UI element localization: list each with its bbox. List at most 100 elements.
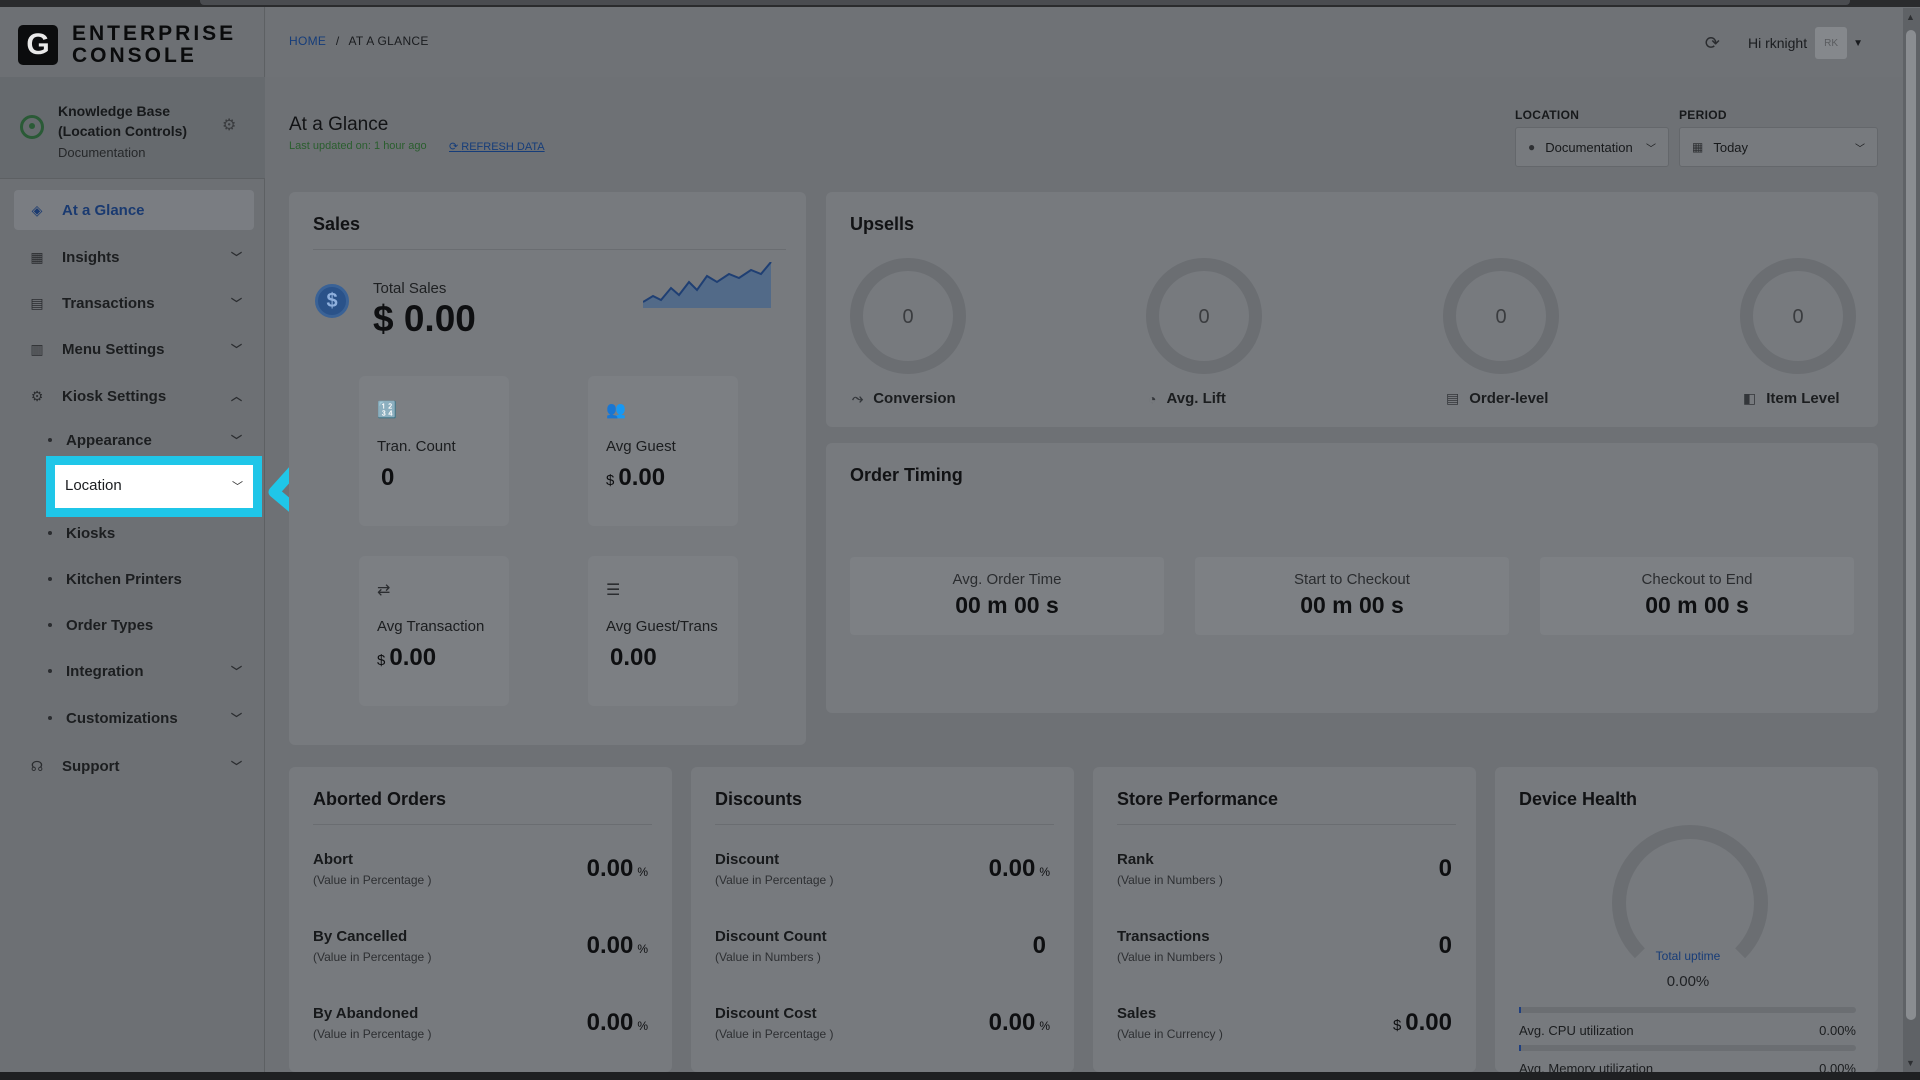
knowledge-base-panel: Knowledge Base (Location Controls) Docum… — [0, 77, 265, 179]
sidebar-item-at-a-glance[interactable]: ◈ At a Glance — [14, 190, 254, 230]
order-timing-title: Order Timing — [850, 465, 963, 485]
list-icon: ▤ — [1446, 390, 1460, 406]
headset-icon: ☊ — [30, 757, 44, 774]
store-performance-card: Store Performance Rank (Value in Numbers … — [1093, 767, 1476, 1072]
chevron-up-icon: ︿ — [231, 391, 242, 403]
upsells-title: Upsells — [850, 214, 915, 234]
upsells-card: Upsells 0 0 0 0 ⤳ Conversion ◔ Avg. Lift ▤… — [826, 192, 1878, 427]
checkout-to-end-box: Checkout to End 00 m 00 s — [1540, 557, 1854, 635]
chevron-down-icon: ﹀ — [1855, 143, 1865, 155]
avg-lift-ring: 0 — [1146, 258, 1262, 374]
discount-count-row: Discount Count (Value in Numbers ) 0 — [715, 928, 1046, 964]
sidebar-sub-location[interactable]: Location ﹀ — [46, 456, 262, 517]
avg-guest-tile: 👥 Avg Guest $0.00 — [588, 376, 738, 526]
sales-sparkline — [643, 262, 772, 308]
cpu-row: Avg. CPU utilization 0.00% — [1519, 1023, 1856, 1038]
logo[interactable]: G ENTERPRISE CONSOLE — [18, 23, 236, 67]
total-sales-label: Total Sales — [373, 280, 447, 297]
chevron-down-icon: ﹀ — [231, 252, 242, 264]
users-icon: 👥 — [606, 402, 626, 419]
sales-title: Sales — [313, 214, 361, 234]
sidebar: G ENTERPRISE CONSOLE Knowledge Base (Loc… — [0, 7, 265, 1072]
item-level-label: ◧ Item Level — [1743, 390, 1840, 407]
calendar-icon: ▦ — [1692, 140, 1704, 154]
sales-row: Sales (Value in Currency ) $0.00 — [1117, 1005, 1452, 1041]
location-filter-label: LOCATION — [1515, 108, 1580, 122]
sidebar-sub-order-types[interactable]: Order Types — [48, 610, 248, 640]
aborted-orders-card: Aborted Orders Abort (Value in Percentage… — [289, 767, 672, 1072]
sidebar-sub-kiosks[interactable]: Kiosks — [48, 518, 248, 548]
memory-progress-bar — [1519, 1045, 1856, 1051]
speedometer-icon: ◔ — [1148, 390, 1157, 407]
page-title: At a Glance — [289, 114, 389, 135]
layers-icon: ◈ — [31, 201, 43, 218]
store-performance-title: Store Performance — [1117, 789, 1279, 809]
scroll-up-icon[interactable]: ▲ — [1906, 12, 1915, 22]
by-cancelled-row: By Cancelled (Value in Percentage ) 0.00% — [313, 928, 648, 964]
chevron-down-icon: ﹀ — [231, 298, 242, 310]
top-header: HOME / AT A GLANCE ⟳ Hi rknight RK ▼ — [266, 7, 1903, 77]
total-uptime-value: 0.00% — [1666, 973, 1710, 990]
memory-row: Avg. Memory utilization 0.00% — [1519, 1061, 1856, 1072]
caret-down-icon[interactable]: ▼ — [1853, 38, 1863, 49]
abort-row: Abort (Value in Percentage ) 0.00% — [313, 851, 648, 887]
chevron-down-icon: ﹀ — [231, 435, 242, 447]
gear-icon[interactable]: ⚙ — [222, 115, 236, 135]
cpu-progress-bar — [1519, 1007, 1856, 1013]
sidebar-sub-kitchen-printers[interactable]: Kitchen Printers — [48, 564, 248, 594]
sidebar-item-insights[interactable]: ▦ Insights ﹀ — [14, 237, 254, 277]
chart-icon: ▦ — [30, 248, 44, 265]
start-to-checkout-box: Start to Checkout 00 m 00 s — [1195, 557, 1509, 635]
avg-lift-label: ◔ Avg. Lift — [1148, 390, 1226, 407]
sidebar-item-kiosk-settings[interactable]: ⚙ Kiosk Settings ︿ — [14, 376, 254, 416]
sidebar-sub-appearance[interactable]: Appearance ﹀ — [48, 425, 248, 455]
kb-title: Knowledge Base (Location Controls) — [58, 103, 188, 139]
sidebar-sub-customizations[interactable]: Customizations ﹀ — [48, 703, 248, 733]
scroll-down-icon[interactable]: ▼ — [1906, 1058, 1915, 1068]
bottom-strip — [0, 1072, 1920, 1080]
last-updated: Last updated on: 1 hour ago — [289, 140, 427, 152]
chevron-down-icon: ﹀ — [231, 713, 242, 725]
chevron-down-icon: ﹀ — [231, 666, 242, 678]
discounts-card: Discounts Discount (Value in Percentage )… — [691, 767, 1074, 1072]
transactions-row: Transactions (Value in Numbers ) 0 — [1117, 928, 1452, 964]
total-sales-value: $ 0.00 — [373, 298, 476, 339]
sidebar-item-transactions[interactable]: ▤ Transactions ﹀ — [14, 283, 254, 323]
logo-text: ENTERPRISE CONSOLE — [72, 22, 237, 67]
aborted-orders-title: Aborted Orders — [313, 789, 447, 809]
number-icon: 🔢 — [377, 402, 397, 419]
conversion-label: ⤳ Conversion — [852, 390, 956, 407]
sync-icon[interactable]: ⟳ — [1705, 33, 1720, 54]
sidebar-item-menu-settings[interactable]: ▥ Menu Settings ﹀ — [14, 329, 254, 369]
sidebar-sub-integration[interactable]: Integration ﹀ — [48, 656, 248, 686]
device-health-card: Device Health Total uptime 0.00% Avg. CP… — [1495, 767, 1878, 1072]
avatar[interactable]: RK — [1815, 27, 1848, 59]
chevron-down-icon: ﹀ — [1646, 143, 1656, 155]
breadcrumb-home[interactable]: HOME — [289, 34, 326, 48]
gear-icon: ⚙ — [30, 387, 44, 404]
period-select[interactable]: ▦ Today ﹀ — [1679, 127, 1878, 167]
order-level-label: ▤ Order-level — [1446, 390, 1549, 407]
conversion-icon: ⤳ — [852, 390, 864, 406]
location-pin-icon — [20, 115, 44, 139]
order-level-ring: 0 — [1443, 258, 1559, 374]
total-uptime-label: Total uptime — [1655, 949, 1721, 963]
avg-guest-trans-tile: ☰ Avg Guest/Trans 0.00 — [588, 556, 738, 706]
breadcrumb: HOME / AT A GLANCE — [289, 34, 429, 48]
breadcrumb-current: AT A GLANCE — [348, 34, 429, 48]
location-select[interactable]: ● Documentation ﹀ — [1515, 127, 1669, 167]
sales-card: Sales $ Total Sales $ 0.00 🔢 Tran. Count… — [289, 192, 806, 745]
by-abandoned-row: By Abandoned (Value in Percentage ) 0.00% — [313, 1005, 648, 1041]
refresh-data-link[interactable]: ⟳ REFRESH DATA — [449, 140, 545, 153]
swap-icon: ⇄ — [377, 582, 391, 599]
user-list-icon: ☰ — [606, 582, 621, 599]
discount-cost-row: Discount Cost (Value in Percentage ) 0.00… — [715, 1005, 1050, 1041]
discount-row: Discount (Value in Percentage ) 0.00% — [715, 851, 1050, 887]
device-health-title: Device Health — [1519, 789, 1638, 809]
sidebar-item-support[interactable]: ☊ Support ﹀ — [14, 746, 254, 786]
tran-count-tile: 🔢 Tran. Count 0 — [359, 376, 509, 526]
dollar-icon: $ — [315, 284, 349, 318]
scrollbar-thumb[interactable] — [1906, 30, 1916, 1020]
logo-mark: G — [18, 25, 58, 65]
avg-transaction-tile: ⇄ Avg Transaction $0.00 — [359, 556, 509, 706]
